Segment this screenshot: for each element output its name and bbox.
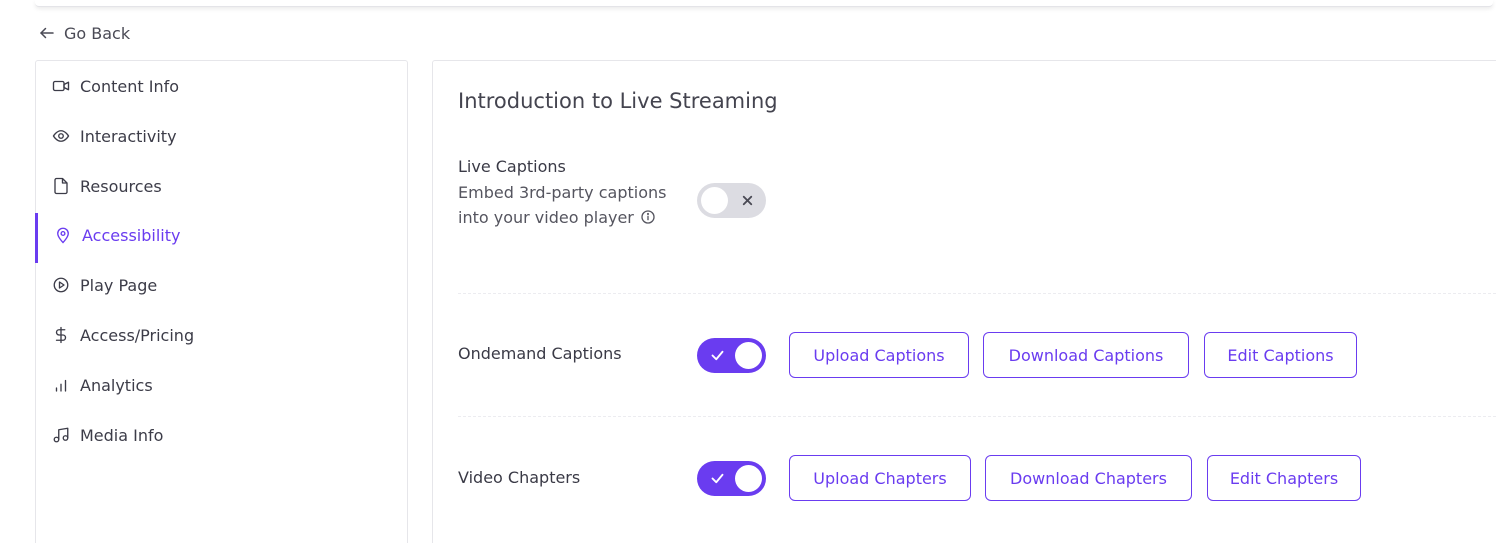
sidebar-item-label: Media Info (80, 425, 164, 445)
live-captions-toggle[interactable] (697, 183, 766, 218)
sidebar-item-accessibility[interactable]: Accessibility (35, 213, 407, 263)
file-icon (54, 177, 68, 195)
sidebar-item-play-page[interactable]: Play Page (36, 267, 407, 303)
edit-captions-button[interactable]: Edit Captions (1204, 332, 1357, 378)
eye-icon (52, 130, 70, 142)
dollar-icon (55, 326, 67, 344)
sidebar-item-content-info[interactable]: Content Info (36, 68, 407, 104)
ondemand-captions-toggle[interactable] (697, 338, 766, 373)
sidebar-item-label: Interactivity (80, 126, 177, 146)
live-captions-description: Embed 3rd-party captions into your video… (458, 181, 673, 230)
video-chapters-toggle[interactable] (697, 461, 766, 496)
check-icon (711, 473, 724, 484)
sidebar-item-label: Play Page (80, 275, 158, 295)
info-icon[interactable] (640, 209, 656, 225)
bar-chart-icon (55, 379, 67, 392)
toggle-knob (735, 342, 762, 369)
settings-sidebar: Content Info Interactivity Resources Acc… (35, 60, 408, 543)
sidebar-item-media-info[interactable]: Media Info (36, 417, 407, 453)
go-back-label: Go Back (64, 23, 131, 43)
top-header-bar (35, 0, 1493, 7)
go-back-link[interactable]: Go Back (38, 22, 130, 44)
download-chapters-button[interactable]: Download Chapters (985, 455, 1192, 501)
section-divider (458, 416, 1496, 417)
accessibility-panel: Introduction to Live Streaming Live Capt… (432, 60, 1496, 543)
map-pin-icon (57, 227, 69, 244)
sidebar-item-label: Content Info (80, 76, 179, 96)
play-circle-icon (53, 277, 69, 293)
sidebar-item-access-pricing[interactable]: Access/Pricing (36, 317, 407, 353)
sidebar-item-label: Accessibility (82, 225, 181, 245)
video-camera-icon (52, 80, 70, 92)
upload-chapters-button[interactable]: Upload Chapters (789, 455, 971, 501)
sidebar-item-resources[interactable]: Resources (36, 168, 407, 204)
arrow-left-icon (40, 27, 54, 39)
sidebar-item-analytics[interactable]: Analytics (36, 367, 407, 403)
live-captions-label: Live Captions (458, 157, 566, 176)
sidebar-item-label: Analytics (80, 375, 153, 395)
live-captions-description-text: Embed 3rd-party captions into your video… (458, 183, 667, 227)
music-icon (53, 427, 69, 443)
check-icon (711, 350, 724, 361)
section-divider (458, 293, 1496, 294)
video-chapters-label: Video Chapters (458, 468, 581, 487)
sidebar-item-label: Resources (80, 176, 162, 196)
upload-captions-button[interactable]: Upload Captions (789, 332, 969, 378)
page-title: Introduction to Live Streaming (458, 89, 778, 113)
toggle-knob (735, 465, 762, 492)
download-captions-button[interactable]: Download Captions (983, 332, 1189, 378)
ondemand-captions-label: Ondemand Captions (458, 344, 622, 363)
edit-chapters-button[interactable]: Edit Chapters (1207, 455, 1361, 501)
sidebar-item-label: Access/Pricing (80, 325, 195, 345)
toggle-knob (701, 187, 728, 214)
close-icon (742, 195, 753, 206)
sidebar-item-interactivity[interactable]: Interactivity (36, 118, 407, 154)
